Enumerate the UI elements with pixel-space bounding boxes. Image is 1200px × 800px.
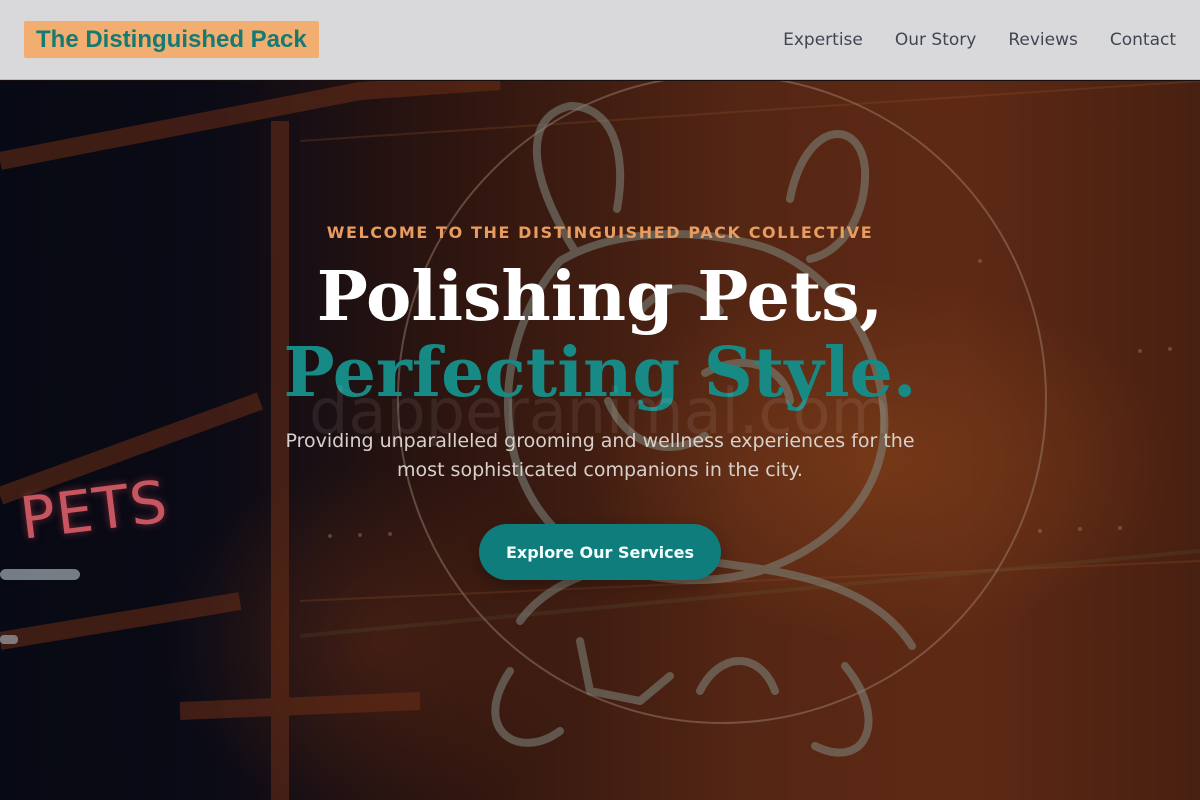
explore-services-button[interactable]: Explore Our Services — [479, 524, 721, 580]
nav-expertise[interactable]: Expertise — [783, 30, 863, 50]
hero-eyebrow: WELCOME TO THE DISTINGUISHED PACK COLLEC… — [326, 223, 874, 242]
nav-our-story[interactable]: Our Story — [895, 30, 976, 50]
brand-logo[interactable]: The Distinguished Pack — [24, 21, 319, 58]
hero-title-main: Polishing Pets, — [316, 257, 884, 337]
nav-reviews[interactable]: Reviews — [1008, 30, 1078, 50]
site-header: The Distinguished Pack Expertise Our Sto… — [0, 0, 1200, 80]
main-navigation: Expertise Our Story Reviews Contact — [783, 30, 1176, 50]
nav-contact[interactable]: Contact — [1110, 30, 1176, 50]
hero-subtitle: Providing unparalleled grooming and well… — [285, 430, 915, 481]
hero-section: PETS WELCOME TO THE DISTINGUISHED PACK C… — [0, 81, 1200, 800]
